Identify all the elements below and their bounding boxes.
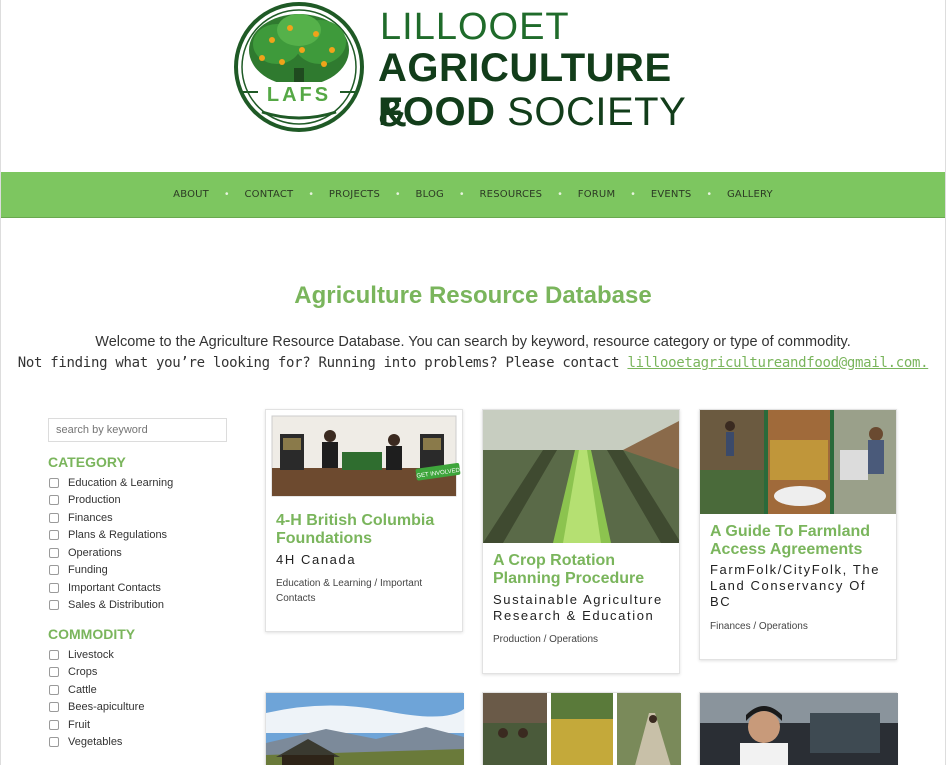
checkbox[interactable]	[49, 702, 59, 713]
checkbox[interactable]	[49, 512, 59, 523]
resource-card[interactable]: A Guide To Farmland Access Agreements Fa…	[699, 409, 897, 660]
category-filter-list: Education & Learning Production Finances…	[49, 474, 173, 614]
category-option[interactable]: Funding	[49, 562, 173, 580]
commodity-option[interactable]: Fruit	[49, 716, 144, 734]
checkbox[interactable]	[49, 530, 59, 541]
checkbox[interactable]	[49, 600, 59, 611]
resource-card[interactable]	[265, 692, 464, 765]
checkbox[interactable]	[49, 719, 59, 730]
nav-separator: •	[224, 189, 229, 200]
card-photo-collage-2	[483, 693, 681, 765]
category-option[interactable]: Important Contacts	[49, 579, 173, 597]
nav-forum[interactable]: FORUM	[570, 189, 624, 200]
nav-projects[interactable]: PROJECTS	[321, 189, 388, 200]
checkbox[interactable]	[49, 649, 59, 660]
category-option[interactable]: Operations	[49, 544, 173, 562]
category-heading: CATEGORY	[48, 454, 126, 470]
checkbox[interactable]	[49, 547, 59, 558]
card-photo-collage	[700, 410, 896, 514]
logo-line-3: FOOD SOCIETY	[378, 90, 686, 135]
category-option[interactable]: Production	[49, 492, 173, 510]
category-option[interactable]: Plans & Regulations	[49, 527, 173, 545]
commodity-option[interactable]: Livestock	[49, 646, 144, 664]
card-image	[483, 410, 679, 543]
resource-card[interactable]: GET INVOLVED 4-H British Columbia Founda…	[265, 409, 463, 632]
nav-resources[interactable]: RESOURCES	[472, 189, 551, 200]
checkbox[interactable]	[49, 737, 59, 748]
category-option[interactable]: Sales & Distribution	[49, 597, 173, 615]
site-logo[interactable]: LAFS LILLOOET AGRICULTURE & FOOD SOCIETY	[232, 0, 712, 136]
resource-card[interactable]	[699, 692, 898, 765]
intro-text: Welcome to the Agriculture Resource Data…	[95, 334, 851, 350]
nav-separator: •	[558, 189, 562, 200]
nav-separator: •	[309, 189, 313, 200]
card-source: FarmFolk/CityFolk, The Land Conservancy …	[710, 562, 881, 609]
commodity-option[interactable]: Crops	[49, 664, 144, 682]
card-image	[700, 410, 896, 514]
card-photo-person-laptop	[700, 693, 898, 765]
commodity-option[interactable]: Bees-apiculture	[49, 699, 144, 717]
lafs-tree-seal-logo: LAFS	[234, 2, 364, 132]
checkbox[interactable]	[49, 582, 59, 593]
checkbox[interactable]	[49, 684, 59, 695]
keyword-search-input[interactable]	[48, 418, 227, 442]
card-photo-mountain-cabin	[266, 693, 464, 765]
logo-line-3-bold: FOOD	[378, 90, 496, 134]
nav-separator: •	[631, 189, 635, 200]
nav-separator: •	[460, 189, 464, 200]
nav-blog[interactable]: BLOG	[408, 189, 453, 200]
nav-separator: •	[707, 189, 711, 200]
card-photo-booth: GET INVOLVED	[266, 410, 462, 506]
card-categories: Production / Operations	[493, 634, 599, 645]
card-source: Sustainable Agriculture Research & Educa…	[493, 592, 663, 623]
category-option[interactable]: Education & Learning	[49, 474, 173, 492]
checkbox[interactable]	[49, 477, 59, 488]
card-categories: Finances / Operations	[710, 621, 808, 632]
page-title: Agriculture Resource Database	[294, 282, 652, 309]
commodity-option[interactable]: Vegetables	[49, 734, 144, 752]
checkbox[interactable]	[49, 495, 59, 506]
card-title[interactable]: A Crop Rotation Planning Procedure	[493, 552, 669, 588]
contact-email-link[interactable]: lillooetagricultureandfood@gmail.com.	[627, 355, 928, 371]
card-photo-crop-rows	[483, 410, 679, 543]
card-image: GET INVOLVED	[266, 410, 462, 506]
card-title[interactable]: A Guide To Farmland Access Agreements	[710, 523, 886, 559]
logo-line-1: LILLOOET	[380, 6, 570, 48]
contact-text: Not finding what you’re looking for? Run…	[0, 355, 946, 371]
main-nav: ABOUT • CONTACT • PROJECTS • BLOG • RESOURCE…	[1, 172, 945, 218]
card-source: 4H Canada	[276, 552, 357, 567]
checkbox[interactable]	[49, 565, 59, 576]
commodity-heading: COMMODITY	[48, 626, 136, 642]
nav-contact[interactable]: CONTACT	[237, 189, 302, 200]
resource-card[interactable]	[482, 692, 681, 765]
commodity-option[interactable]: Cattle	[49, 681, 144, 699]
contact-prompt: Not finding what you’re looking for? Run…	[17, 355, 620, 371]
card-title[interactable]: 4-H British Columbia Foundations	[276, 512, 452, 548]
seal-text: LAFS	[267, 84, 331, 106]
card-categories: Education & Learning / Important Contact…	[276, 578, 423, 604]
nav-about[interactable]: ABOUT	[165, 189, 217, 200]
resource-card[interactable]: A Crop Rotation Planning Procedure Susta…	[482, 409, 680, 674]
checkbox[interactable]	[49, 667, 59, 678]
nav-gallery[interactable]: GALLERY	[719, 189, 781, 200]
commodity-filter-list: Livestock Crops Cattle Bees-apiculture F…	[49, 646, 144, 751]
nav-separator: •	[396, 189, 400, 200]
logo-line-3-light: SOCIETY	[507, 90, 687, 134]
category-option[interactable]: Finances	[49, 509, 173, 527]
nav-events[interactable]: EVENTS	[643, 189, 700, 200]
